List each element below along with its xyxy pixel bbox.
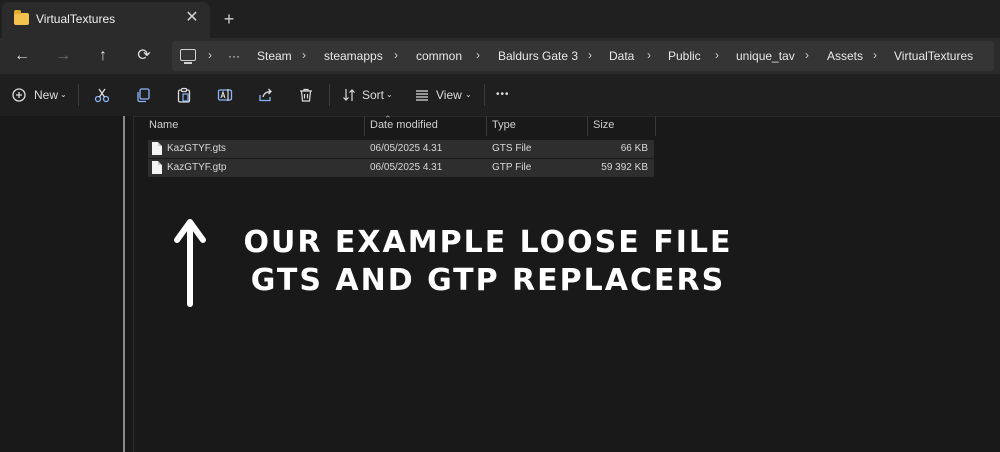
chevron-right-icon[interactable]: ›	[208, 48, 212, 62]
navigation-pane-scrollbar[interactable]	[123, 116, 125, 452]
breadcrumb-public[interactable]: Public	[668, 49, 701, 63]
breadcrumb-data[interactable]: Data	[609, 49, 634, 63]
chevron-down-icon: ⌄	[465, 90, 472, 99]
annotation-caption: OUR EXAMPLE LOOSE FILE GTS AND GTP REPLA…	[228, 224, 748, 300]
breadcrumb-steamapps[interactable]: steamapps	[324, 49, 383, 63]
copy-button[interactable]	[135, 84, 151, 106]
up-button[interactable]: ↑	[91, 44, 115, 68]
file-date: 06/05/2025 4.31	[370, 143, 443, 154]
annotation-line-2: GTS AND GTP REPLACERS	[250, 263, 726, 298]
tab-title: VirtualTextures	[36, 12, 116, 26]
column-name[interactable]: Name	[149, 119, 178, 131]
tab-virtualtextures[interactable]: VirtualTextures ✕	[2, 2, 210, 38]
paste-button[interactable]	[176, 84, 192, 106]
breadcrumb-steam[interactable]: Steam	[257, 49, 292, 63]
chevron-down-icon: ⌄	[386, 90, 393, 99]
sort-button-label: Sort	[362, 88, 385, 102]
view-list-icon	[416, 90, 428, 101]
arrow-up-icon	[174, 219, 206, 307]
back-button[interactable]: ←	[10, 44, 34, 68]
share-button[interactable]	[258, 84, 274, 106]
sort-button[interactable]: Sort ⌄	[342, 84, 398, 106]
chevron-right-icon[interactable]: ›	[394, 48, 398, 62]
file-size: 59 392 KB	[601, 162, 648, 173]
chevron-right-icon[interactable]: ›	[805, 48, 809, 62]
copy-icon	[137, 88, 150, 103]
sort-icon	[343, 89, 355, 101]
address-bar[interactable]: › ··· Steam › steamapps › common › Baldu…	[172, 41, 994, 71]
file-size: 66 KB	[620, 143, 648, 154]
this-pc-icon[interactable]	[180, 49, 196, 64]
column-divider[interactable]	[655, 116, 656, 136]
breadcrumb-more[interactable]: ···	[228, 49, 240, 63]
navigation-bar: ← → ↑ ⟳ › ··· Steam › steamapps › common…	[0, 38, 1000, 74]
command-bar: New ⌄ Sort ⌄ View ⌄ •••	[0, 74, 1000, 117]
column-divider[interactable]	[364, 116, 365, 136]
folder-icon	[14, 10, 29, 25]
chevron-right-icon[interactable]: ›	[873, 48, 877, 62]
file-icon	[152, 142, 162, 155]
breadcrumb-virtualtextures[interactable]: VirtualTextures	[894, 49, 973, 63]
column-size[interactable]: Size	[593, 119, 614, 131]
file-date: 06/05/2025 4.31	[370, 162, 443, 173]
pane-divider[interactable]	[133, 116, 134, 452]
cut-button[interactable]	[94, 84, 110, 106]
file-name: KazGTYF.gts	[167, 143, 226, 154]
annotation-line-1: OUR EXAMPLE LOOSE FILE	[243, 225, 733, 260]
breadcrumb-unique-tav[interactable]: unique_tav	[736, 49, 795, 63]
new-button[interactable]: New ⌄	[12, 84, 70, 106]
share-icon	[259, 88, 272, 102]
toolbar-divider	[78, 84, 79, 106]
close-tab-icon[interactable]: ✕	[182, 8, 202, 28]
trash-icon	[300, 88, 312, 102]
toolbar-divider	[329, 84, 330, 106]
chevron-right-icon[interactable]: ›	[588, 48, 592, 62]
file-name: KazGTYF.gtp	[167, 162, 227, 173]
column-type[interactable]: Type	[492, 119, 516, 131]
file-icon	[152, 161, 162, 174]
chevron-down-icon: ⌄	[60, 90, 67, 99]
more-options-button[interactable]: •••	[496, 84, 516, 106]
new-tab-button[interactable]: +	[218, 8, 240, 30]
breadcrumb-baldurs-gate-3[interactable]: Baldurs Gate 3	[498, 49, 578, 63]
scissors-icon	[94, 88, 110, 103]
breadcrumb-common[interactable]: common	[416, 49, 462, 63]
file-row[interactable]: KazGTYF.gtp 06/05/2025 4.31 GTP File 59 …	[148, 159, 654, 177]
forward-button[interactable]: →	[51, 44, 75, 68]
toolbar-divider	[484, 84, 485, 106]
chevron-right-icon[interactable]: ›	[715, 48, 719, 62]
delete-button[interactable]	[298, 84, 314, 106]
column-header: ⌃ Name Date modified Type Size	[134, 114, 1000, 136]
view-button[interactable]: View ⌄	[415, 84, 477, 106]
column-divider[interactable]	[587, 116, 588, 136]
file-type: GTP File	[492, 162, 532, 173]
breadcrumb-assets[interactable]: Assets	[827, 49, 863, 63]
clipboard-icon	[177, 87, 191, 103]
chevron-right-icon[interactable]: ›	[476, 48, 480, 62]
refresh-button[interactable]: ⟳	[132, 44, 156, 68]
chevron-right-icon[interactable]: ›	[302, 48, 306, 62]
column-date-modified[interactable]: Date modified	[370, 119, 438, 131]
navigation-pane	[0, 116, 134, 452]
file-row[interactable]: KazGTYF.gts 06/05/2025 4.31 GTS File 66 …	[148, 140, 654, 158]
rename-icon	[217, 89, 233, 101]
rename-button[interactable]	[217, 84, 233, 106]
file-type: GTS File	[492, 143, 532, 154]
plus-circle-icon	[12, 88, 26, 102]
new-button-label: New	[34, 88, 59, 102]
view-button-label: View	[436, 88, 462, 102]
tab-bar: VirtualTextures ✕ +	[0, 0, 1000, 38]
column-divider[interactable]	[486, 116, 487, 136]
chevron-right-icon[interactable]: ›	[647, 48, 651, 62]
